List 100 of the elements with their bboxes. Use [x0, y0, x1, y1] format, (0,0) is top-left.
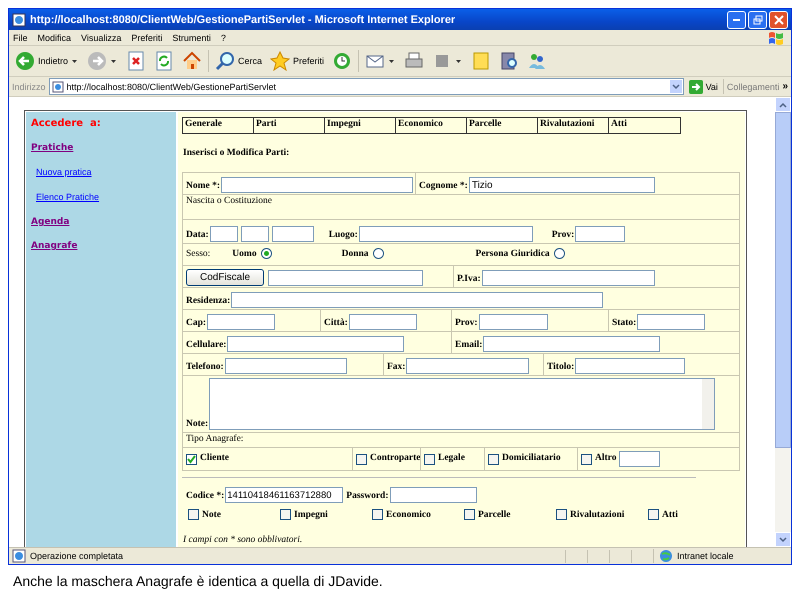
page-icon [12, 12, 26, 26]
section-link[interactable]: Agenda [31, 217, 70, 227]
form-text: Sesso: [186, 248, 210, 260]
scroll-thumb[interactable] [775, 112, 791, 448]
text-field[interactable] [231, 292, 604, 308]
codfiscale-button[interactable]: CodFiscale [186, 269, 264, 286]
address-field[interactable]: http://localhost:8080/ClientWeb/GestionePartiServlet [48, 78, 684, 95]
nav-link[interactable]: Elenco Pratiche [36, 192, 100, 202]
field-label: Stato: [612, 318, 636, 330]
text-field[interactable] [390, 487, 476, 503]
form-heading: Inserisci o Modifica Parti: [183, 148, 290, 158]
status-text: Operazione completata [30, 551, 124, 561]
text-field[interactable] [575, 226, 626, 242]
checkbox-label: Note [202, 510, 221, 520]
checkbox-label: Economico [386, 510, 431, 520]
text-field[interactable] [224, 358, 347, 374]
menu-item[interactable]: Preferiti [131, 32, 162, 42]
text-field[interactable] [221, 177, 414, 193]
checkbox[interactable] [280, 509, 291, 520]
star-icon [270, 51, 290, 71]
text-field[interactable]: 14110418461163712880 [225, 487, 344, 503]
text-field[interactable] [619, 451, 660, 467]
address-label: Indirizzo [12, 82, 46, 92]
checkbox[interactable] [424, 454, 435, 464]
arrow-icon [688, 80, 703, 94]
field-label: Codice *: [186, 491, 224, 503]
tab[interactable]: Impegni [325, 118, 396, 133]
checkbox[interactable] [464, 509, 475, 520]
more-links-button[interactable]: » [782, 81, 788, 92]
minimize-button[interactable] [727, 10, 746, 28]
text-area[interactable] [209, 378, 716, 430]
field-label: Fax: [387, 362, 406, 374]
menu-item[interactable]: ? [220, 32, 226, 42]
text-field[interactable] [348, 314, 417, 330]
checkbox-label: Parcelle [478, 510, 511, 520]
vertical-scrollbar[interactable] [775, 97, 791, 547]
field-label: Residenza: [186, 296, 230, 308]
text-field[interactable] [482, 270, 655, 286]
search-button[interactable]: Cerca [213, 49, 264, 73]
radio-button[interactable] [260, 248, 272, 259]
checkbox[interactable] [188, 509, 199, 520]
checkbox[interactable] [372, 509, 383, 520]
text-field[interactable] [358, 226, 533, 242]
menu-item[interactable]: Strumenti [172, 32, 211, 42]
tab[interactable]: Atti [609, 118, 680, 133]
page-icon [12, 549, 26, 563]
text-field[interactable] [575, 358, 686, 374]
radio-button[interactable] [554, 248, 565, 259]
text-field[interactable] [268, 270, 423, 286]
checkbox[interactable] [581, 454, 592, 464]
text-field[interactable] [637, 314, 706, 330]
nav-link[interactable]: Nuova pratica [36, 167, 92, 177]
checkbox[interactable] [648, 509, 659, 520]
field-label: Data: [186, 230, 209, 242]
tab[interactable]: Economico [396, 118, 467, 133]
globe-icon [658, 549, 674, 563]
form-text: Tipo Anagrafe: [186, 434, 244, 446]
text-field[interactable] [227, 336, 404, 352]
star-button[interactable]: Preferiti [268, 49, 326, 73]
checkbox-label: Cliente [200, 453, 230, 465]
field-label: P.Iva: [457, 274, 481, 286]
text-field[interactable] [406, 358, 530, 374]
checkbox[interactable] [488, 454, 499, 464]
section-link[interactable]: Anagrafe [31, 241, 78, 251]
caption: Anche la maschera Anagrafe è identica a quella di JDavide. [13, 573, 384, 589]
close-button[interactable] [769, 10, 788, 28]
home-icon [182, 51, 202, 71]
text-field[interactable] [483, 336, 660, 352]
text-field[interactable]: Tizio [468, 177, 655, 193]
scrollbar[interactable] [702, 379, 714, 429]
tab[interactable]: Rivalutazioni [538, 118, 609, 133]
checkbox[interactable] [356, 454, 367, 464]
field-label: Città: [324, 318, 348, 330]
links-label[interactable]: Collegamenti [726, 82, 780, 92]
radio-button[interactable] [372, 248, 384, 259]
text-field[interactable] [272, 226, 314, 242]
section-link[interactable]: Pratiche [31, 143, 74, 153]
checkbox-label: Domiciliatario [502, 453, 561, 465]
menu-item[interactable]: File [13, 32, 28, 42]
menu-item[interactable]: Visualizza [81, 32, 122, 42]
checkbox[interactable] [556, 509, 567, 520]
menu-item[interactable]: Modifica [38, 32, 72, 42]
restore-button[interactable] [748, 10, 767, 28]
checkbox[interactable] [186, 454, 197, 464]
tab[interactable]: Parcelle [467, 118, 538, 133]
field-label: Prov: [455, 318, 478, 330]
text-field[interactable] [207, 314, 276, 330]
back-arrow-button[interactable]: Indietro [13, 49, 70, 73]
zone-text: Intranet locale [677, 551, 734, 561]
field-label: Password: [346, 491, 388, 503]
tab[interactable]: Parti [254, 118, 325, 133]
text-field[interactable] [240, 226, 269, 242]
go-button[interactable]: Vai [686, 80, 720, 94]
field-label: Luogo: [328, 230, 358, 242]
minimize-icon [733, 18, 740, 20]
flag-logo-icon [767, 30, 785, 44]
text-field[interactable] [210, 226, 238, 242]
checkbox-label: Altro [595, 453, 616, 465]
tab[interactable]: Generale [183, 118, 254, 133]
text-field[interactable] [478, 314, 548, 330]
